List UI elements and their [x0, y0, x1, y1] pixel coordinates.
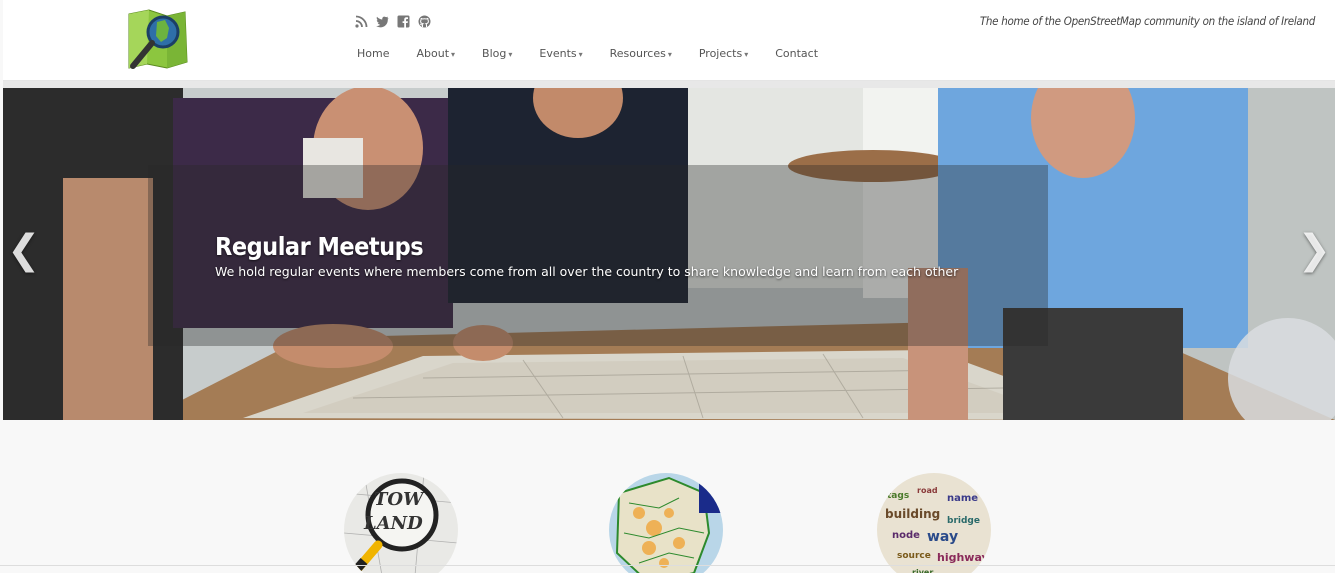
social-links — [355, 15, 431, 28]
feature-section: TOW LAND tags road name building bridge … — [0, 420, 1335, 573]
nav-home[interactable]: Home — [357, 47, 389, 60]
nav-about[interactable]: About ▾ — [416, 47, 455, 60]
section-divider — [0, 565, 1335, 566]
feature-wordcloud-image[interactable]: tags road name building bridge node way … — [877, 473, 991, 573]
svg-text:source: source — [897, 551, 931, 561]
caret-down-icon: ▾ — [508, 50, 513, 59]
svg-text:road: road — [917, 486, 938, 495]
twitter-icon[interactable] — [376, 15, 389, 28]
svg-text:highway: highway — [937, 551, 989, 564]
svg-text:node: node — [892, 530, 920, 541]
github-icon[interactable] — [418, 15, 431, 28]
nav-projects[interactable]: Projects ▾ — [699, 47, 748, 60]
svg-text:TOW: TOW — [374, 489, 425, 510]
nav-about-label: About — [416, 47, 450, 60]
svg-text:LAND: LAND — [363, 513, 423, 534]
main-nav: Home About ▾ Blog ▾ Events ▾ Resources ▾ Pro… — [357, 47, 845, 60]
site-tagline: The home of the OpenStreetMap community … — [979, 14, 1315, 28]
feature-townlands-image[interactable]: TOW LAND — [344, 473, 458, 573]
svg-text:building: building — [885, 507, 940, 521]
nav-blog[interactable]: Blog ▾ — [482, 47, 512, 60]
caret-down-icon: ▾ — [667, 50, 672, 59]
facebook-icon[interactable] — [397, 15, 410, 28]
nav-events[interactable]: Events ▾ — [539, 47, 582, 60]
nav-projects-label: Projects — [698, 47, 743, 60]
carousel-prev-chevron-icon[interactable]: ❮ — [7, 230, 41, 270]
nav-home-label: Home — [357, 47, 390, 60]
caret-down-icon: ▾ — [578, 50, 583, 59]
site-header: Home About ▾ Blog ▾ Events ▾ Resources ▾ Pro… — [3, 0, 1335, 81]
nav-contact-label: Contact — [775, 47, 819, 60]
carousel-caption: We hold regular events where members com… — [215, 264, 959, 279]
svg-text:river: river — [912, 568, 933, 573]
svg-text:way: way — [927, 529, 958, 545]
caret-down-icon: ▾ — [744, 50, 749, 59]
nav-resources-label: Resources — [609, 47, 666, 60]
nav-blog-label: Blog — [482, 47, 507, 60]
feature-map-image[interactable] — [609, 473, 723, 573]
svg-text:bridge: bridge — [947, 516, 980, 526]
osm-ireland-logo[interactable] — [123, 6, 191, 74]
hero-carousel: Regular Meetups We hold regular events w… — [3, 88, 1335, 420]
nav-resources[interactable]: Resources ▾ — [610, 47, 672, 60]
nav-contact[interactable]: Contact — [775, 47, 818, 60]
carousel-title: Regular Meetups — [215, 232, 424, 261]
svg-text:tags: tags — [887, 491, 909, 501]
rss-icon[interactable] — [355, 15, 368, 28]
svg-text:name: name — [947, 493, 978, 504]
nav-events-label: Events — [539, 47, 577, 60]
carousel-next-chevron-icon[interactable]: ❯ — [1297, 230, 1331, 270]
caret-down-icon: ▾ — [451, 50, 456, 59]
header-shadow — [3, 81, 1335, 88]
